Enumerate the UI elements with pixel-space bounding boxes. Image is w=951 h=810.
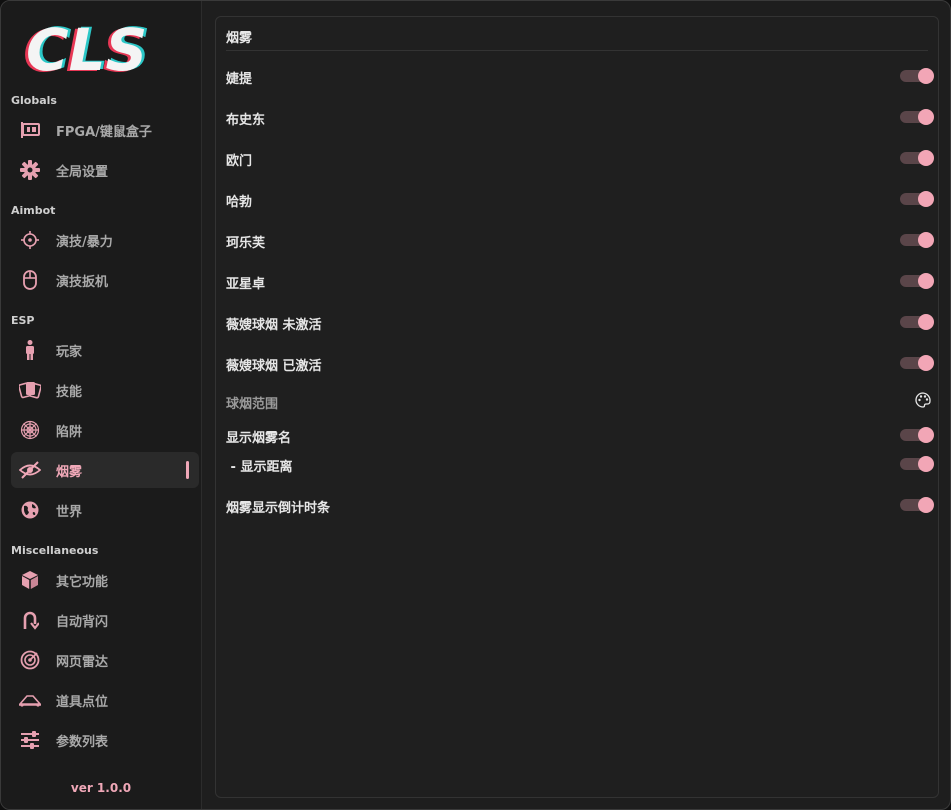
- sidebar-item-smoke[interactable]: 烟雾: [11, 452, 199, 488]
- toggle-viper-orb-inactive[interactable]: [900, 314, 934, 330]
- smoke-settings-panel: 烟雾 婕提 布史东 欧门 哈勃 珂乐芙 亚星卓 薇嫂球烟 未激活 薇嫂球烟 已激…: [215, 16, 939, 798]
- spiderweb-icon: [19, 419, 41, 441]
- sidebar-item-auto-flash[interactable]: 自动背闪: [11, 602, 199, 638]
- sidebar-item-traps[interactable]: 陷阱: [11, 412, 199, 448]
- logo-text: CLS: [26, 16, 147, 83]
- sidebar-item-player[interactable]: 玩家: [11, 332, 199, 368]
- toggle-clove[interactable]: [900, 232, 934, 248]
- row-label-harbor: 哈勃: [226, 195, 253, 210]
- panel-title: 烟雾: [226, 31, 253, 46]
- cls-logo: CLS CLS CLS: [23, 15, 150, 83]
- version-label: ver 1.0.0: [70, 781, 132, 795]
- toggle-knob: [918, 314, 934, 330]
- toggle-brimstone[interactable]: [900, 109, 934, 125]
- sidebar-item-triggerbot[interactable]: 演技扳机: [11, 262, 199, 298]
- panel-divider: [226, 50, 928, 51]
- sidebar-item-skills[interactable]: 技能: [11, 372, 199, 408]
- sliders-icon: [19, 729, 41, 751]
- sidebar-item-label: 网页雷达: [56, 654, 109, 670]
- row-label-show-distance: - 显示距离: [226, 460, 293, 475]
- toggle-knob: [918, 109, 934, 125]
- toggle-harbor[interactable]: [900, 191, 934, 207]
- sidebar-item-label: 道具点位: [56, 694, 109, 710]
- toggle-astra[interactable]: [900, 273, 934, 289]
- active-indicator: [186, 461, 189, 479]
- sidebar-item-label: 玩家: [56, 344, 83, 360]
- toggle-knob: [918, 68, 934, 84]
- row-label-show-smoke-name: 显示烟雾名: [226, 431, 292, 446]
- row-label-viper-orb-active: 薇嫂球烟 已激活: [226, 359, 322, 374]
- sidebar-item-label: 自动背闪: [56, 614, 109, 630]
- sidebar-item-label: 其它功能: [56, 574, 109, 590]
- mouse-icon: [19, 269, 41, 291]
- toggle-knob: [918, 232, 934, 248]
- toggle-knob: [918, 456, 934, 472]
- toggle-show-smoke-name[interactable]: [900, 427, 934, 443]
- toggle-jett[interactable]: [900, 68, 934, 84]
- u-turn-icon: [19, 609, 41, 631]
- row-label-jett: 婕提: [226, 72, 253, 87]
- toggle-knob: [918, 427, 934, 443]
- sidebar-item-world[interactable]: 世界: [11, 492, 199, 528]
- palette-icon[interactable]: [915, 392, 931, 408]
- sidebar-item-aim-brute[interactable]: 演技/暴力: [11, 222, 199, 258]
- section-globals: Globals: [11, 94, 57, 107]
- radar-icon: [19, 649, 41, 671]
- row-label-clove: 珂乐芙: [226, 236, 266, 251]
- app-window: CLS CLS CLS Globals FPGA/键鼠盒子 全局设置 Aimbo…: [0, 0, 951, 810]
- section-esp: ESP: [11, 314, 35, 327]
- map-location-icon: [19, 689, 41, 711]
- sidebar-item-item-positions[interactable]: 道具点位: [11, 682, 199, 718]
- sidebar-item-label: 世界: [56, 504, 83, 520]
- sidebar-item-label: 技能: [56, 384, 83, 400]
- row-label-astra: 亚星卓: [226, 277, 266, 292]
- sidebar-item-label: 全局设置: [56, 164, 109, 180]
- toggle-omen[interactable]: [900, 150, 934, 166]
- person-icon: [19, 339, 41, 361]
- section-misc: Miscellaneous: [11, 544, 99, 557]
- row-label-orb-range: 球烟范围: [226, 397, 279, 412]
- toggle-countdown-bar[interactable]: [900, 497, 934, 513]
- sidebar-item-label: 陷阱: [56, 424, 83, 440]
- row-label-brimstone: 布史东: [226, 113, 266, 128]
- row-label-omen: 欧门: [226, 154, 253, 169]
- toggle-knob: [918, 273, 934, 289]
- row-label-viper-orb-inactive: 薇嫂球烟 未激活: [226, 318, 322, 333]
- sidebar-item-fpga[interactable]: FPGA/键鼠盒子: [11, 112, 199, 148]
- sidebar-item-param-list[interactable]: 参数列表: [11, 722, 199, 758]
- sidebar-item-global-settings[interactable]: 全局设置: [11, 152, 199, 188]
- row-label-countdown-bar: 烟雾显示倒计时条: [226, 501, 331, 516]
- cube-icon: [19, 569, 41, 591]
- pci-card-icon: [19, 119, 41, 141]
- sidebar-item-label: 参数列表: [56, 734, 109, 750]
- gear-icon: [19, 159, 41, 181]
- sidebar-item-web-radar[interactable]: 网页雷达: [11, 642, 199, 678]
- toggle-show-distance[interactable]: [900, 456, 934, 472]
- eye-slash-icon: [19, 459, 41, 481]
- sidebar-item-other[interactable]: 其它功能: [11, 562, 199, 598]
- toggle-viper-orb-active[interactable]: [900, 355, 934, 371]
- section-aimbot: Aimbot: [11, 204, 56, 217]
- toggle-knob: [918, 150, 934, 166]
- sidebar-item-label: 演技扳机: [56, 274, 109, 290]
- crosshair-icon: [19, 229, 41, 251]
- cards-icon: [19, 379, 41, 401]
- sidebar-item-label: FPGA/键鼠盒子: [56, 124, 152, 140]
- toggle-knob: [918, 355, 934, 371]
- sidebar: CLS CLS CLS Globals FPGA/键鼠盒子 全局设置 Aimbo…: [1, 1, 202, 809]
- sidebar-item-label: 演技/暴力: [56, 234, 113, 250]
- toggle-knob: [918, 497, 934, 513]
- sidebar-item-label: 烟雾: [56, 464, 83, 480]
- toggle-knob: [918, 191, 934, 207]
- globe-icon: [19, 499, 41, 521]
